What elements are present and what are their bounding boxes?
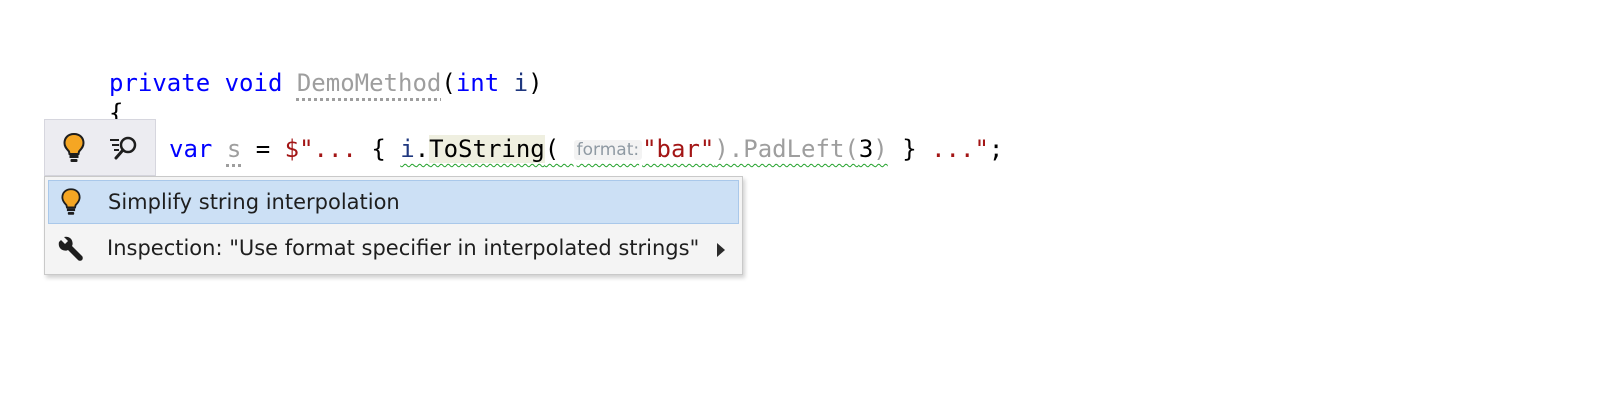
menu-item-label: Inspection: "Use format specifier in int… (107, 236, 700, 260)
assign-operator: = (241, 135, 285, 163)
string-start: $"... (284, 135, 357, 163)
menu-item-label: Simplify string interpolation (108, 190, 400, 214)
menu-item-simplify-interpolation[interactable]: Simplify string interpolation (48, 180, 739, 224)
variable-s[interactable]: s (227, 135, 241, 163)
interp-brace-open: { (356, 135, 401, 163)
lightbulb-icon[interactable] (63, 132, 85, 167)
padleft-call[interactable]: .PadLeft( (729, 135, 859, 163)
parameter-name-hint: format: (573, 140, 643, 160)
menu-item-inspection[interactable]: Inspection: "Use format specifier in int… (48, 227, 739, 271)
close-paren-2: ) (714, 135, 729, 163)
close-paren: ) (528, 69, 543, 97)
keyword-var: var (169, 135, 213, 163)
lightbulb-icon (61, 188, 81, 221)
action-bulb-bar[interactable] (44, 119, 156, 176)
string-bar: "bar" (642, 135, 715, 163)
semicolon: ; (988, 135, 1004, 163)
string-end: ..." (931, 135, 989, 163)
interp-brace-close: } (887, 135, 932, 163)
inspect-search-icon[interactable] (109, 135, 139, 165)
tostring-call[interactable]: ToString (429, 135, 545, 163)
open-paren: ( (441, 69, 456, 97)
code-line-method-signature[interactable]: private void DemoMethod(int i) (109, 68, 543, 98)
code-line-interpolation[interactable]: var s = $"... { i.ToString( format: "bar"… (169, 134, 1003, 165)
code-editor[interactable]: private void DemoMethod(int i) { var s =… (0, 0, 1003, 168)
dot: . (414, 135, 430, 163)
keyword-void: void (224, 69, 283, 97)
parameter-i[interactable]: i (514, 69, 528, 97)
open-paren-2: ( (544, 135, 560, 163)
quick-fix-popup-menu[interactable]: Simplify string interpolation Inspection… (44, 176, 743, 275)
wrench-icon (58, 236, 84, 267)
keyword-int: int (455, 69, 500, 97)
keyword-private: private (109, 69, 211, 97)
number-literal: 3 (858, 135, 874, 163)
close-paren-3: ) (873, 135, 888, 163)
parameter-i-usage[interactable]: i (400, 135, 414, 163)
submenu-arrow-icon[interactable] (717, 243, 725, 257)
method-name[interactable]: DemoMethod (297, 69, 442, 97)
